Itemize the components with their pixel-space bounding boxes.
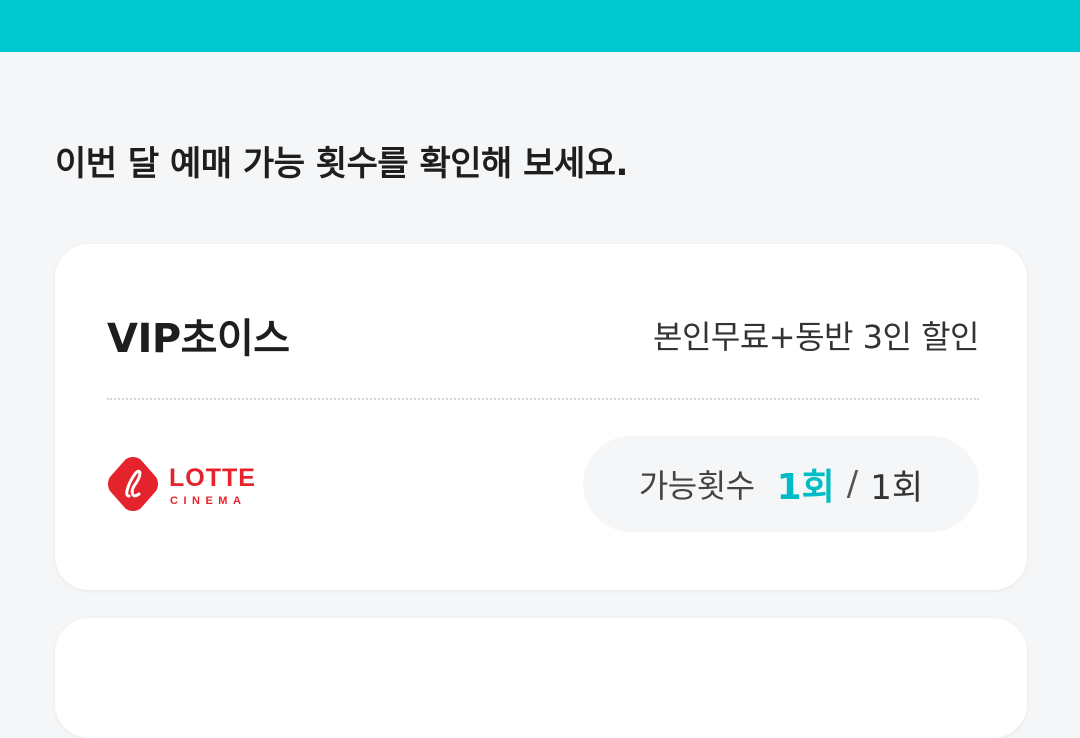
dotted-divider xyxy=(107,398,979,400)
available-count-pill: 가능횟수 1회 / 1회 xyxy=(583,436,979,532)
logo-text-cinema: CINEMA xyxy=(170,495,246,507)
count-separator: / xyxy=(846,464,859,504)
logo-shape xyxy=(108,457,158,511)
logo-text-lotte: LOTTE xyxy=(169,464,256,492)
card-benefit-text: 본인무료+동반 3인 할인 xyxy=(653,318,979,356)
next-card[interactable] xyxy=(55,618,1027,738)
count-label: 가능횟수 xyxy=(638,467,755,505)
count-total: 1회 xyxy=(870,467,924,508)
top-header-bar xyxy=(0,0,1080,52)
membership-card[interactable]: VIP초이스 본인무료+동반 3인 할인 LOTTE CINEMA 가능횟수 1… xyxy=(55,244,1027,590)
lotte-cinema-logo-icon: LOTTE CINEMA xyxy=(108,457,256,511)
page-heading: 이번 달 예매 가능 횟수를 확인해 보세요. xyxy=(55,144,628,184)
count-used: 1회 xyxy=(776,467,835,508)
card-title: VIP초이스 xyxy=(107,316,290,362)
